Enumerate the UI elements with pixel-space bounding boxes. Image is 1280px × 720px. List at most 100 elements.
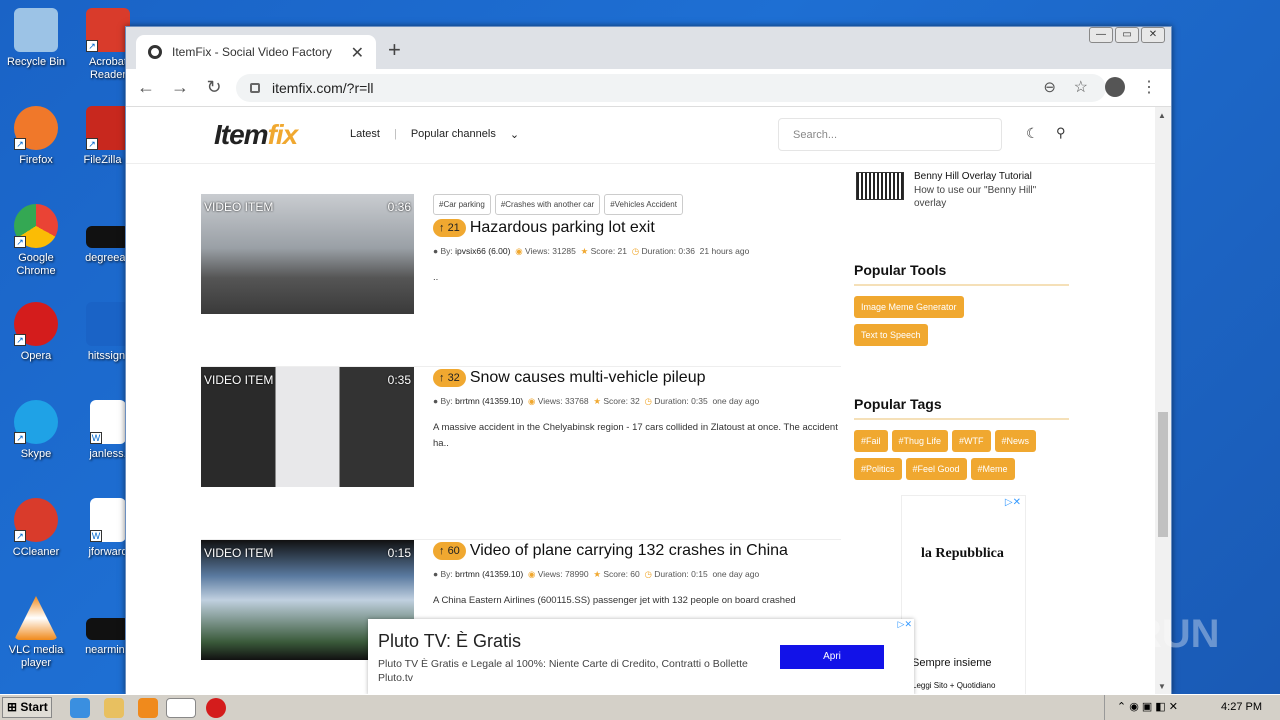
tutorial-title[interactable]: Benny Hill Overlay Tutorial: [914, 171, 1064, 182]
desktop-icon-chrome[interactable]: ↗ Google Chrome: [0, 204, 72, 278]
video-tag[interactable]: #Car parking: [433, 194, 491, 215]
ad-headline[interactable]: Pluto TV: È Gratis: [378, 631, 521, 652]
desktop-icon-vlc[interactable]: VLC media player: [0, 596, 72, 670]
author-link[interactable]: brrtmn (41359.10): [455, 396, 523, 406]
video-tag[interactable]: #Vehicles Accident: [604, 194, 683, 215]
video-item-label: VIDEO ITEM: [204, 546, 274, 560]
desktop-icon-opera[interactable]: ↗ Opera: [0, 302, 72, 363]
video-thumbnail[interactable]: VIDEO ITEM 0:36: [201, 194, 414, 314]
maximize-button[interactable]: ▭: [1115, 27, 1139, 43]
video-description: A massive accident in the Chelyabinsk re…: [433, 422, 838, 449]
opera-taskbar-icon[interactable]: [206, 698, 226, 718]
close-window-button[interactable]: ✕: [1141, 27, 1165, 43]
tag-button[interactable]: #WTF: [952, 430, 991, 452]
score-badge[interactable]: ↑ 32: [433, 369, 466, 387]
video-title[interactable]: Snow causes multi-vehicle pileup: [470, 369, 706, 387]
score-badge[interactable]: ↑ 60: [433, 542, 466, 560]
tag-button[interactable]: #Feel Good: [905, 458, 967, 480]
video-title[interactable]: Hazardous parking lot exit: [470, 219, 655, 237]
clock[interactable]: 4:27 PM: [1221, 701, 1262, 713]
start-label: Start: [20, 700, 48, 714]
start-button[interactable]: ⊞ Start: [2, 697, 52, 718]
video-item: VIDEO ITEM 0:36 #Car parking #Crashes wi…: [201, 194, 841, 367]
video-item: VIDEO ITEM 0:35 ↑ 32 Snow causes multi-v…: [201, 367, 841, 540]
video-info: ● By: brrtmn (41359.10) ◉ Views: 78990 ★…: [433, 565, 843, 583]
zoom-icon[interactable]: ⊖: [1043, 78, 1056, 96]
score-value: 60: [447, 545, 460, 557]
nav-popular-channels[interactable]: Popular channels: [411, 128, 496, 141]
desktop-icon-label: jforward: [88, 546, 128, 558]
views-text: Views: 78990: [537, 569, 589, 579]
tool-button[interactable]: Text to Speech: [854, 324, 928, 346]
tutorial-thumbnail[interactable]: [856, 172, 904, 200]
desktop-icon-firefox[interactable]: ↗ Firefox: [0, 106, 72, 167]
explorer-taskbar-icon[interactable]: [104, 698, 124, 718]
scrollbar-thumb[interactable]: [1158, 412, 1168, 537]
by-label: By:: [440, 396, 453, 406]
star-icon: ★: [593, 569, 601, 579]
dark-mode-moon-icon[interactable]: ☾: [1026, 125, 1039, 142]
star-icon: ★: [593, 396, 601, 406]
video-info: ● By: ipvsix66 (6.00) ◉ Views: 31285 ★ S…: [433, 242, 843, 260]
popular-tags-heading: Popular Tags: [854, 396, 1069, 420]
chevron-down-icon[interactable]: ⌄: [510, 128, 519, 141]
author-link[interactable]: ipvsix66 (6.00): [455, 246, 510, 256]
scroll-up-icon[interactable]: ▲: [1158, 111, 1166, 120]
popular-tools-heading: Popular Tools: [854, 262, 1069, 286]
reload-icon[interactable]: ↻: [200, 77, 228, 98]
menu-kebab-icon[interactable]: ⋮: [1141, 77, 1157, 97]
desktop-icon-recycle-bin[interactable]: Recycle Bin: [0, 8, 72, 69]
page-scrollbar[interactable]: ▲ ▼: [1155, 107, 1171, 695]
profile-avatar-icon[interactable]: [1105, 77, 1125, 97]
clock-icon: ◷: [644, 569, 652, 579]
address-bar[interactable]: itemfix.com/?r=ll ⊖ ☆: [236, 74, 1106, 102]
video-title-row: ↑ 21 Hazardous parking lot exit: [433, 219, 843, 237]
minimize-button[interactable]: —: [1089, 27, 1113, 43]
tab-strip: ItemFix - Social Video Factory ✕ + — ▭ ✕: [126, 27, 1171, 69]
tag-button[interactable]: #Thug Life: [891, 430, 949, 452]
desktop-icon-skype[interactable]: ↗ Skype: [0, 400, 72, 461]
tag-button[interactable]: #Fail: [854, 430, 888, 452]
chrome-taskbar-icon[interactable]: [166, 698, 196, 718]
ad-choices-icon[interactable]: ▷✕: [1005, 497, 1021, 508]
desktop-icon-label: Recycle Bin: [6, 56, 66, 68]
user-account-icon[interactable]: ⚲: [1056, 125, 1066, 141]
tool-button[interactable]: Image Meme Generator: [854, 296, 964, 318]
video-thumbnail[interactable]: VIDEO ITEM 0:35: [201, 367, 414, 487]
author-link[interactable]: brrtmn (41359.10): [455, 569, 523, 579]
opera-icon: ↗: [14, 302, 58, 346]
ie-taskbar-icon[interactable]: [70, 698, 90, 718]
tutorial-desc: How to use our "Benny Hill" overlay: [914, 185, 1037, 209]
video-title[interactable]: Video of plane carrying 132 crashes in C…: [470, 542, 788, 560]
video-tags: #Car parking #Crashes with another car #…: [433, 194, 843, 215]
forward-arrow-icon[interactable]: →: [166, 77, 194, 98]
back-arrow-icon[interactable]: ←: [132, 77, 160, 98]
author-avatar-icon: ●: [433, 246, 439, 256]
media-player-taskbar-icon[interactable]: [138, 698, 158, 718]
score-badge[interactable]: ↑ 21: [433, 219, 466, 237]
video-meta: ↑ 60 Video of plane carrying 132 crashes…: [433, 540, 843, 609]
toolbar-right: ⋮: [1105, 77, 1157, 97]
new-tab-button[interactable]: +: [388, 37, 401, 63]
tab-close-icon[interactable]: ✕: [351, 43, 364, 63]
tag-button[interactable]: #News: [994, 430, 1037, 452]
desktop-icon-label: hitssign.: [87, 350, 129, 362]
itemfix-logo[interactable]: Itemfix: [214, 119, 298, 151]
tray-icons[interactable]: ⌃ ◉ ▣ ◧ ✕: [1117, 701, 1178, 713]
tab-itemfix[interactable]: ItemFix - Social Video Factory ✕: [136, 35, 376, 69]
bookmark-star-icon[interactable]: ☆: [1074, 77, 1088, 97]
video-item-label: VIDEO ITEM: [204, 373, 274, 387]
desktop-icon-ccleaner[interactable]: ↗ CCleaner: [0, 498, 72, 559]
site-search-input[interactable]: Search...: [778, 118, 1002, 151]
scroll-down-icon[interactable]: ▼: [1158, 682, 1166, 691]
ad-close-icon[interactable]: ▷✕: [898, 619, 912, 630]
tag-button[interactable]: #Meme: [970, 458, 1015, 480]
browser-toolbar: ← → ↻ itemfix.com/?r=ll ⊖ ☆ ⋮: [126, 69, 1171, 107]
bottom-ad-banner[interactable]: ▷✕ Pluto TV: È Gratis Pluto TV È Gratis …: [368, 619, 914, 695]
ad-subline: Leggi Sito + Quotidiano: [912, 681, 996, 690]
ad-open-button[interactable]: Apri: [780, 645, 884, 669]
age-text: one day ago: [712, 569, 760, 579]
nav-latest[interactable]: Latest: [350, 128, 380, 141]
tag-button[interactable]: #Politics: [854, 458, 902, 480]
video-tag[interactable]: #Crashes with another car: [494, 194, 601, 215]
